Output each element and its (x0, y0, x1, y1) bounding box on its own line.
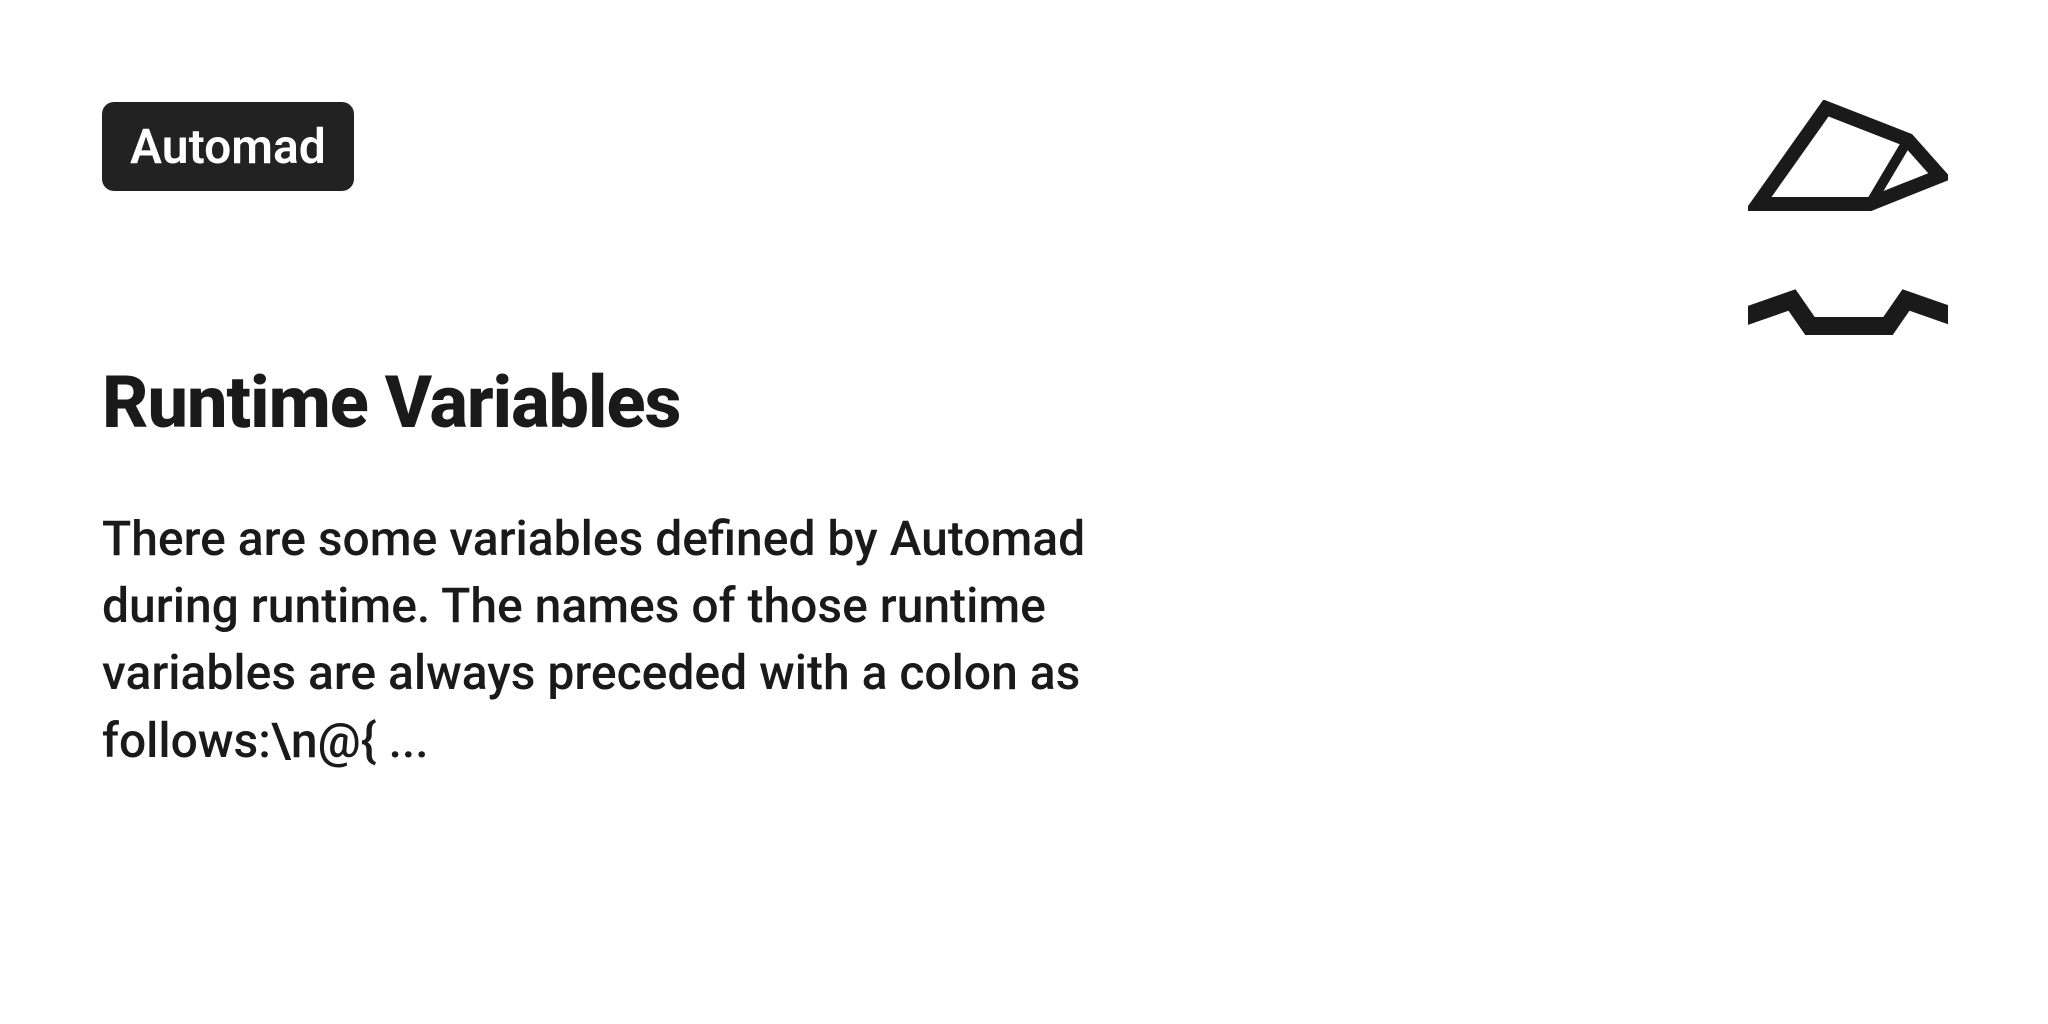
brand-badge: Automad (102, 102, 354, 191)
page-title: Runtime Variables (102, 360, 1202, 445)
page-body-text: There are some variables defined by Auto… (102, 505, 1202, 774)
brand-badge-label: Automad (130, 118, 326, 175)
main-content: Runtime Variables There are some variabl… (102, 360, 1202, 774)
brand-logo-icon (1748, 100, 1948, 340)
